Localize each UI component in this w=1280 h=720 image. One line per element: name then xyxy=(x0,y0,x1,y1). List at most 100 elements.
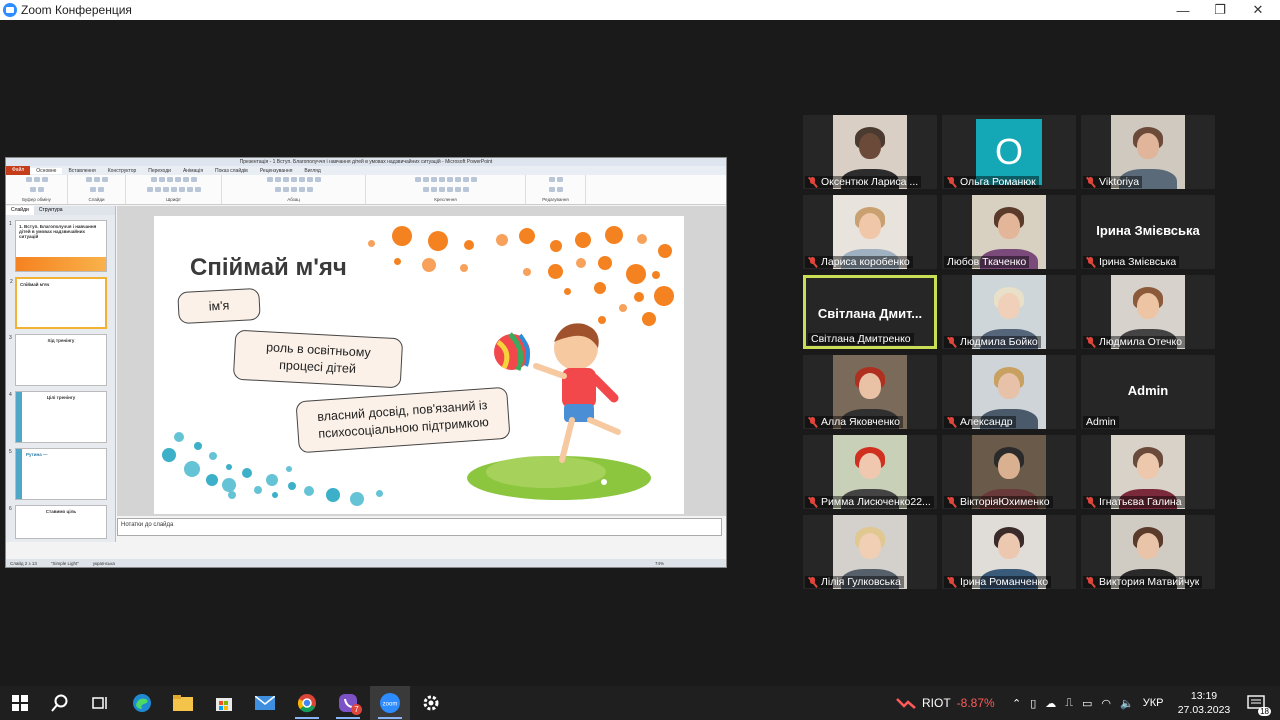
slide-notes-field[interactable]: Нотатки до слайда xyxy=(117,518,722,536)
stock-widget[interactable]: RIOT -8.87% xyxy=(896,686,995,720)
status-language: українська xyxy=(92,560,115,566)
muted-mic-icon xyxy=(947,576,956,588)
participant-tile[interactable]: Римма Лисюченко22... xyxy=(803,435,937,509)
participant-tile[interactable]: Оксентюк Лариса ... xyxy=(803,115,937,189)
close-button[interactable]: ✕ xyxy=(1238,0,1278,20)
store-icon xyxy=(216,698,232,711)
taskbar-chrome[interactable] xyxy=(287,686,327,720)
participant-tile[interactable]: ВікторіяЮхименко xyxy=(942,435,1076,509)
taskbar-store[interactable] xyxy=(204,686,244,720)
usb-icon[interactable]: ⎍ xyxy=(1065,697,1073,710)
tab-outline[interactable]: Структура xyxy=(34,206,68,215)
participant-tile[interactable]: Viktoriya xyxy=(1081,115,1215,189)
participant-tile[interactable]: Алла Яковченко xyxy=(803,355,937,429)
slide-thumb-6[interactable]: 6 Ставимо ціль xyxy=(9,505,107,539)
decor-dot xyxy=(619,304,627,312)
input-language[interactable]: УКР xyxy=(1143,697,1164,709)
muted-mic-icon xyxy=(947,336,956,348)
ppt-tab-slideshow[interactable]: Показ слайдів xyxy=(209,168,254,174)
decor-dot xyxy=(428,231,448,251)
onedrive-icon[interactable]: ☁ xyxy=(1045,697,1056,710)
ppt-tab-transitions[interactable]: Переходи xyxy=(142,168,177,174)
participant-tile[interactable]: Світлана Дмит... Світлана Дмитренко xyxy=(803,275,937,349)
ppt-tab-view[interactable]: Вигляд xyxy=(298,168,326,174)
participant-tile[interactable]: Любов Ткаченко xyxy=(942,195,1076,269)
muted-mic-icon xyxy=(947,496,956,508)
taskbar-clock[interactable]: 13:19 27.03.2023 xyxy=(1174,689,1234,717)
participant-tile[interactable]: Лариса коробенко xyxy=(803,195,937,269)
task-view-button[interactable] xyxy=(80,686,120,720)
windows-taskbar: 7 zoom RIOT -8.87% ⌃ ▯ ☁ ⎍ ▭ ◠ 🔈 УКР 13:… xyxy=(0,686,1280,720)
search-button[interactable] xyxy=(40,686,80,720)
stock-change: -8.87% xyxy=(956,696,995,710)
participant-tile[interactable]: Ірина Змієвська Ірина Змієвська xyxy=(1081,195,1215,269)
taskbar-viber[interactable]: 7 xyxy=(328,686,368,720)
ribbon-group-drawing: Креслення xyxy=(366,175,526,204)
mail-icon xyxy=(255,696,275,710)
slide-thumb-5[interactable]: 5 Рутина — xyxy=(9,448,107,500)
participant-name-label: Світлана Дмитренко xyxy=(808,333,914,345)
ribbon-group-clipboard: Буфер обміну xyxy=(6,175,68,204)
maximize-button[interactable]: ❐ xyxy=(1200,0,1240,20)
participant-tile[interactable]: Ігнатьєва Галина xyxy=(1081,435,1215,509)
muted-mic-icon xyxy=(947,416,956,428)
folder-icon xyxy=(173,695,193,711)
shared-screen-powerpoint[interactable]: Презентація - 1 Вступ. Благополуччя і на… xyxy=(5,157,727,568)
decor-dot xyxy=(575,232,591,248)
muted-mic-icon xyxy=(1086,496,1095,508)
decor-dot xyxy=(266,474,278,486)
wifi-icon[interactable]: ◠ xyxy=(1101,697,1111,710)
ppt-tab-insert[interactable]: Вставлення xyxy=(62,168,101,174)
current-slide[interactable]: Спіймай м'яч ім'я роль в освітньому проц… xyxy=(154,216,684,514)
participant-tile[interactable]: Лілія Гулковська xyxy=(803,515,937,589)
decor-dot xyxy=(422,258,436,272)
slide-thumb-1[interactable]: 1 1. Вступ. Благополуччя і навчання діте… xyxy=(9,220,107,272)
start-button[interactable] xyxy=(0,686,40,720)
search-icon xyxy=(51,694,68,712)
tab-slides[interactable]: Слайди xyxy=(6,206,34,215)
slide-thumb-3[interactable]: 3 Хід тренінгу xyxy=(9,334,107,386)
participant-name: Любов Ткаченко xyxy=(947,256,1027,268)
participant-name-label: Viktoriya xyxy=(1083,176,1143,188)
decor-dot xyxy=(368,240,375,247)
decor-dot xyxy=(222,478,236,492)
participant-tile[interactable]: Людмила Бойко xyxy=(942,275,1076,349)
participant-name-label: Алла Яковченко xyxy=(805,416,903,428)
ppt-tab-review[interactable]: Рецензування xyxy=(254,168,299,174)
window-title: Zoom Конференция xyxy=(21,3,132,17)
volume-icon[interactable]: 🔈 xyxy=(1120,697,1134,710)
participant-tile[interactable]: О Ольга Романюк xyxy=(942,115,1076,189)
participant-name: Ірина Романченко xyxy=(960,576,1049,588)
participant-name: Александр xyxy=(960,416,1013,428)
battery-meter-icon[interactable]: ▯ xyxy=(1030,697,1036,710)
zoom-titlebar: Zoom Конференция — ❐ ✕ xyxy=(0,0,1280,20)
slide-thumb-4[interactable]: 4 Цілі тренінгу xyxy=(9,391,107,443)
status-zoom[interactable]: 74% xyxy=(655,561,664,566)
chevron-up-icon[interactable]: ⌃ xyxy=(1012,697,1021,710)
taskbar-zoom[interactable]: zoom xyxy=(370,686,410,720)
participant-name-label: Ольга Романюк xyxy=(944,176,1039,188)
taskbar-edge[interactable] xyxy=(122,686,162,720)
decor-dot xyxy=(206,474,218,486)
decor-dot xyxy=(209,452,217,460)
slide-thumb-2[interactable]: 2 Спіймай м'яч xyxy=(10,277,107,329)
ppt-tab-animations[interactable]: Анімація xyxy=(177,168,209,174)
ppt-tab-design[interactable]: Конструктор xyxy=(102,168,143,174)
taskbar-mail[interactable] xyxy=(245,686,285,720)
ppt-tab-home[interactable]: Основне xyxy=(30,167,63,174)
participant-tile[interactable]: Людмила Отечко xyxy=(1081,275,1215,349)
participant-tile[interactable]: Admin Admin xyxy=(1081,355,1215,429)
muted-mic-icon xyxy=(1086,576,1095,588)
participant-tile[interactable]: Александр xyxy=(942,355,1076,429)
minimize-button[interactable]: — xyxy=(1163,0,1203,20)
notification-center-button[interactable]: 18 xyxy=(1236,686,1276,720)
decor-dot xyxy=(326,488,340,502)
ribbon-group-slides: Слайди xyxy=(68,175,126,204)
participant-tile[interactable]: Виктория Матвийчук xyxy=(1081,515,1215,589)
taskbar-file-explorer[interactable] xyxy=(163,686,203,720)
taskbar-settings[interactable] xyxy=(411,686,451,720)
participant-tile[interactable]: Ірина Романченко xyxy=(942,515,1076,589)
muted-mic-icon xyxy=(1086,176,1095,188)
ppt-tab-file[interactable]: Файл xyxy=(6,166,31,175)
power-icon[interactable]: ▭ xyxy=(1082,697,1092,710)
